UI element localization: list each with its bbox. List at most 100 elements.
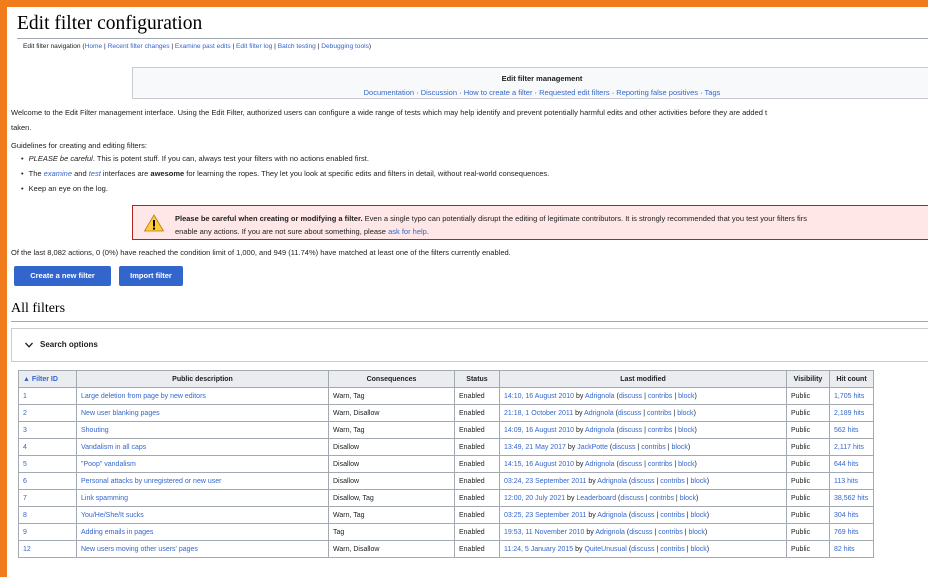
filter-description-link[interactable]: Shouting: [76, 421, 329, 439]
link-tags[interactable]: Tags: [705, 88, 721, 97]
user-link[interactable]: Adrignola: [585, 461, 615, 468]
filter-id-link[interactable]: 12: [18, 540, 77, 558]
filter-id-link[interactable]: 4: [18, 438, 77, 456]
contribs-link[interactable]: contribs: [641, 444, 666, 451]
filter-hit-count-link[interactable]: 644 hits: [829, 455, 874, 473]
contribs-link[interactable]: contribs: [660, 512, 685, 519]
contribs-link[interactable]: contribs: [647, 410, 672, 417]
filter-description-link[interactable]: "Poop" vandalism: [76, 455, 329, 473]
discuss-link[interactable]: discuss: [631, 546, 654, 553]
contribs-link[interactable]: contribs: [660, 546, 685, 553]
filter-hit-count-link[interactable]: 562 hits: [829, 421, 874, 439]
block-link[interactable]: block: [678, 427, 694, 434]
filter-id-link[interactable]: 7: [18, 489, 77, 507]
block-link[interactable]: block: [689, 529, 705, 536]
contribs-link[interactable]: contribs: [648, 427, 673, 434]
filter-description-link[interactable]: Vandalism in all caps: [76, 438, 329, 456]
filter-hit-count-link[interactable]: 2,189 hits: [829, 404, 874, 422]
block-link[interactable]: block: [680, 495, 696, 502]
filter-id-link[interactable]: 8: [18, 506, 77, 524]
filter-id-link[interactable]: 9: [18, 523, 77, 541]
revision-date-link[interactable]: 13:49, 21 May 2017: [504, 444, 566, 451]
filter-hit-count-link[interactable]: 38,562 hits: [829, 489, 874, 507]
block-link[interactable]: block: [678, 461, 694, 468]
block-link[interactable]: block: [677, 410, 693, 417]
user-link[interactable]: Adrignola: [585, 393, 615, 400]
filter-hit-count-link[interactable]: 113 hits: [829, 472, 874, 490]
link-documentation[interactable]: Documentation: [364, 88, 414, 97]
filter-description-link[interactable]: You/He/She/It sucks: [76, 506, 329, 524]
column-header-description[interactable]: Public description: [76, 370, 329, 388]
discuss-link[interactable]: discuss: [618, 410, 641, 417]
column-header-status[interactable]: Status: [454, 370, 500, 388]
revision-date-link[interactable]: 19:53, 11 November 2010: [504, 529, 584, 536]
nav-link-recent-changes[interactable]: Recent filter changes: [108, 43, 170, 50]
nav-link-edit-filter-log[interactable]: Edit filter log: [236, 43, 272, 50]
contribs-link[interactable]: contribs: [648, 461, 673, 468]
column-header-filter-id[interactable]: ▲ Filter ID: [18, 370, 77, 388]
user-link[interactable]: Adrignola: [597, 478, 627, 485]
discuss-link[interactable]: discuss: [620, 495, 643, 502]
revision-date-link[interactable]: 03:25, 23 September 2011: [504, 512, 586, 519]
user-link[interactable]: Adrignola: [597, 512, 627, 519]
create-filter-button[interactable]: Create a new filter: [14, 266, 111, 286]
column-header-last-modified[interactable]: Last modified: [499, 370, 787, 388]
revision-date-link[interactable]: 14:15, 16 August 2010: [504, 461, 574, 468]
revision-date-link[interactable]: 12:00, 20 July 2021: [504, 495, 565, 502]
nav-link-debugging-tools[interactable]: Debugging tools: [321, 43, 369, 50]
user-link[interactable]: Adrignola: [584, 410, 614, 417]
contribs-link[interactable]: contribs: [648, 393, 673, 400]
filter-hit-count-link[interactable]: 304 hits: [829, 506, 874, 524]
discuss-link[interactable]: discuss: [631, 478, 654, 485]
filter-description-link[interactable]: New user blanking pages: [76, 404, 329, 422]
examine-link[interactable]: examine: [44, 169, 72, 178]
filter-id-link[interactable]: 2: [18, 404, 77, 422]
filter-id-link[interactable]: 6: [18, 472, 77, 490]
user-link[interactable]: QuiteUnusual: [584, 546, 626, 553]
link-false-positives[interactable]: Reporting false positives: [616, 88, 698, 97]
discuss-link[interactable]: discuss: [619, 393, 642, 400]
column-header-hit-count[interactable]: Hit count: [829, 370, 874, 388]
block-link[interactable]: block: [690, 512, 706, 519]
discuss-link[interactable]: discuss: [619, 461, 642, 468]
filter-description-link[interactable]: Personal attacks by unregistered or new …: [76, 472, 329, 490]
user-link[interactable]: JackPotte: [577, 444, 608, 451]
filter-id-link[interactable]: 3: [18, 421, 77, 439]
filter-hit-count-link[interactable]: 2,117 hits: [829, 438, 874, 456]
filter-description-link[interactable]: Large deletion from page by new editors: [76, 387, 329, 405]
revision-date-link[interactable]: 14:09, 16 August 2010: [504, 427, 574, 434]
link-requested-filters[interactable]: Requested edit filters: [539, 88, 609, 97]
block-link[interactable]: block: [690, 546, 706, 553]
column-header-visibility[interactable]: Visibility: [786, 370, 830, 388]
user-link[interactable]: Adrignola: [595, 529, 625, 536]
revision-date-link[interactable]: 11:24, 5 January 2015: [504, 546, 573, 553]
column-header-consequences[interactable]: Consequences: [328, 370, 455, 388]
revision-date-link[interactable]: 03:24, 23 September 2011: [504, 478, 586, 485]
link-how-to-create[interactable]: How to create a filter: [464, 88, 533, 97]
nav-link-examine-past-edits[interactable]: Examine past edits: [175, 43, 231, 50]
filter-description-link[interactable]: Adding emails in pages: [76, 523, 329, 541]
discuss-link[interactable]: discuss: [612, 444, 635, 451]
discuss-link[interactable]: discuss: [619, 427, 642, 434]
block-link[interactable]: block: [678, 393, 694, 400]
user-link[interactable]: Leaderboard: [576, 495, 616, 502]
nav-link-home[interactable]: Home: [85, 43, 103, 50]
user-link[interactable]: Adrignola: [585, 427, 615, 434]
import-filter-button[interactable]: Import filter: [119, 266, 183, 286]
filter-description-link[interactable]: Link spamming: [76, 489, 329, 507]
filter-description-link[interactable]: New users moving other users' pages: [76, 540, 329, 558]
revision-date-link[interactable]: 14:10, 16 August 2010: [504, 393, 574, 400]
filter-hit-count-link[interactable]: 82 hits: [829, 540, 874, 558]
search-options-toggle[interactable]: Search options: [11, 328, 928, 362]
block-link[interactable]: block: [672, 444, 688, 451]
revision-date-link[interactable]: 21:18, 1 October 2011: [504, 410, 573, 417]
test-link[interactable]: test: [89, 169, 101, 178]
ask-for-help-link[interactable]: ask for help: [388, 227, 427, 236]
contribs-link[interactable]: contribs: [658, 529, 683, 536]
filter-id-link[interactable]: 1: [18, 387, 77, 405]
discuss-link[interactable]: discuss: [629, 529, 652, 536]
block-link[interactable]: block: [690, 478, 706, 485]
filter-id-link[interactable]: 5: [18, 455, 77, 473]
contribs-link[interactable]: contribs: [649, 495, 674, 502]
nav-link-batch-testing[interactable]: Batch testing: [278, 43, 316, 50]
